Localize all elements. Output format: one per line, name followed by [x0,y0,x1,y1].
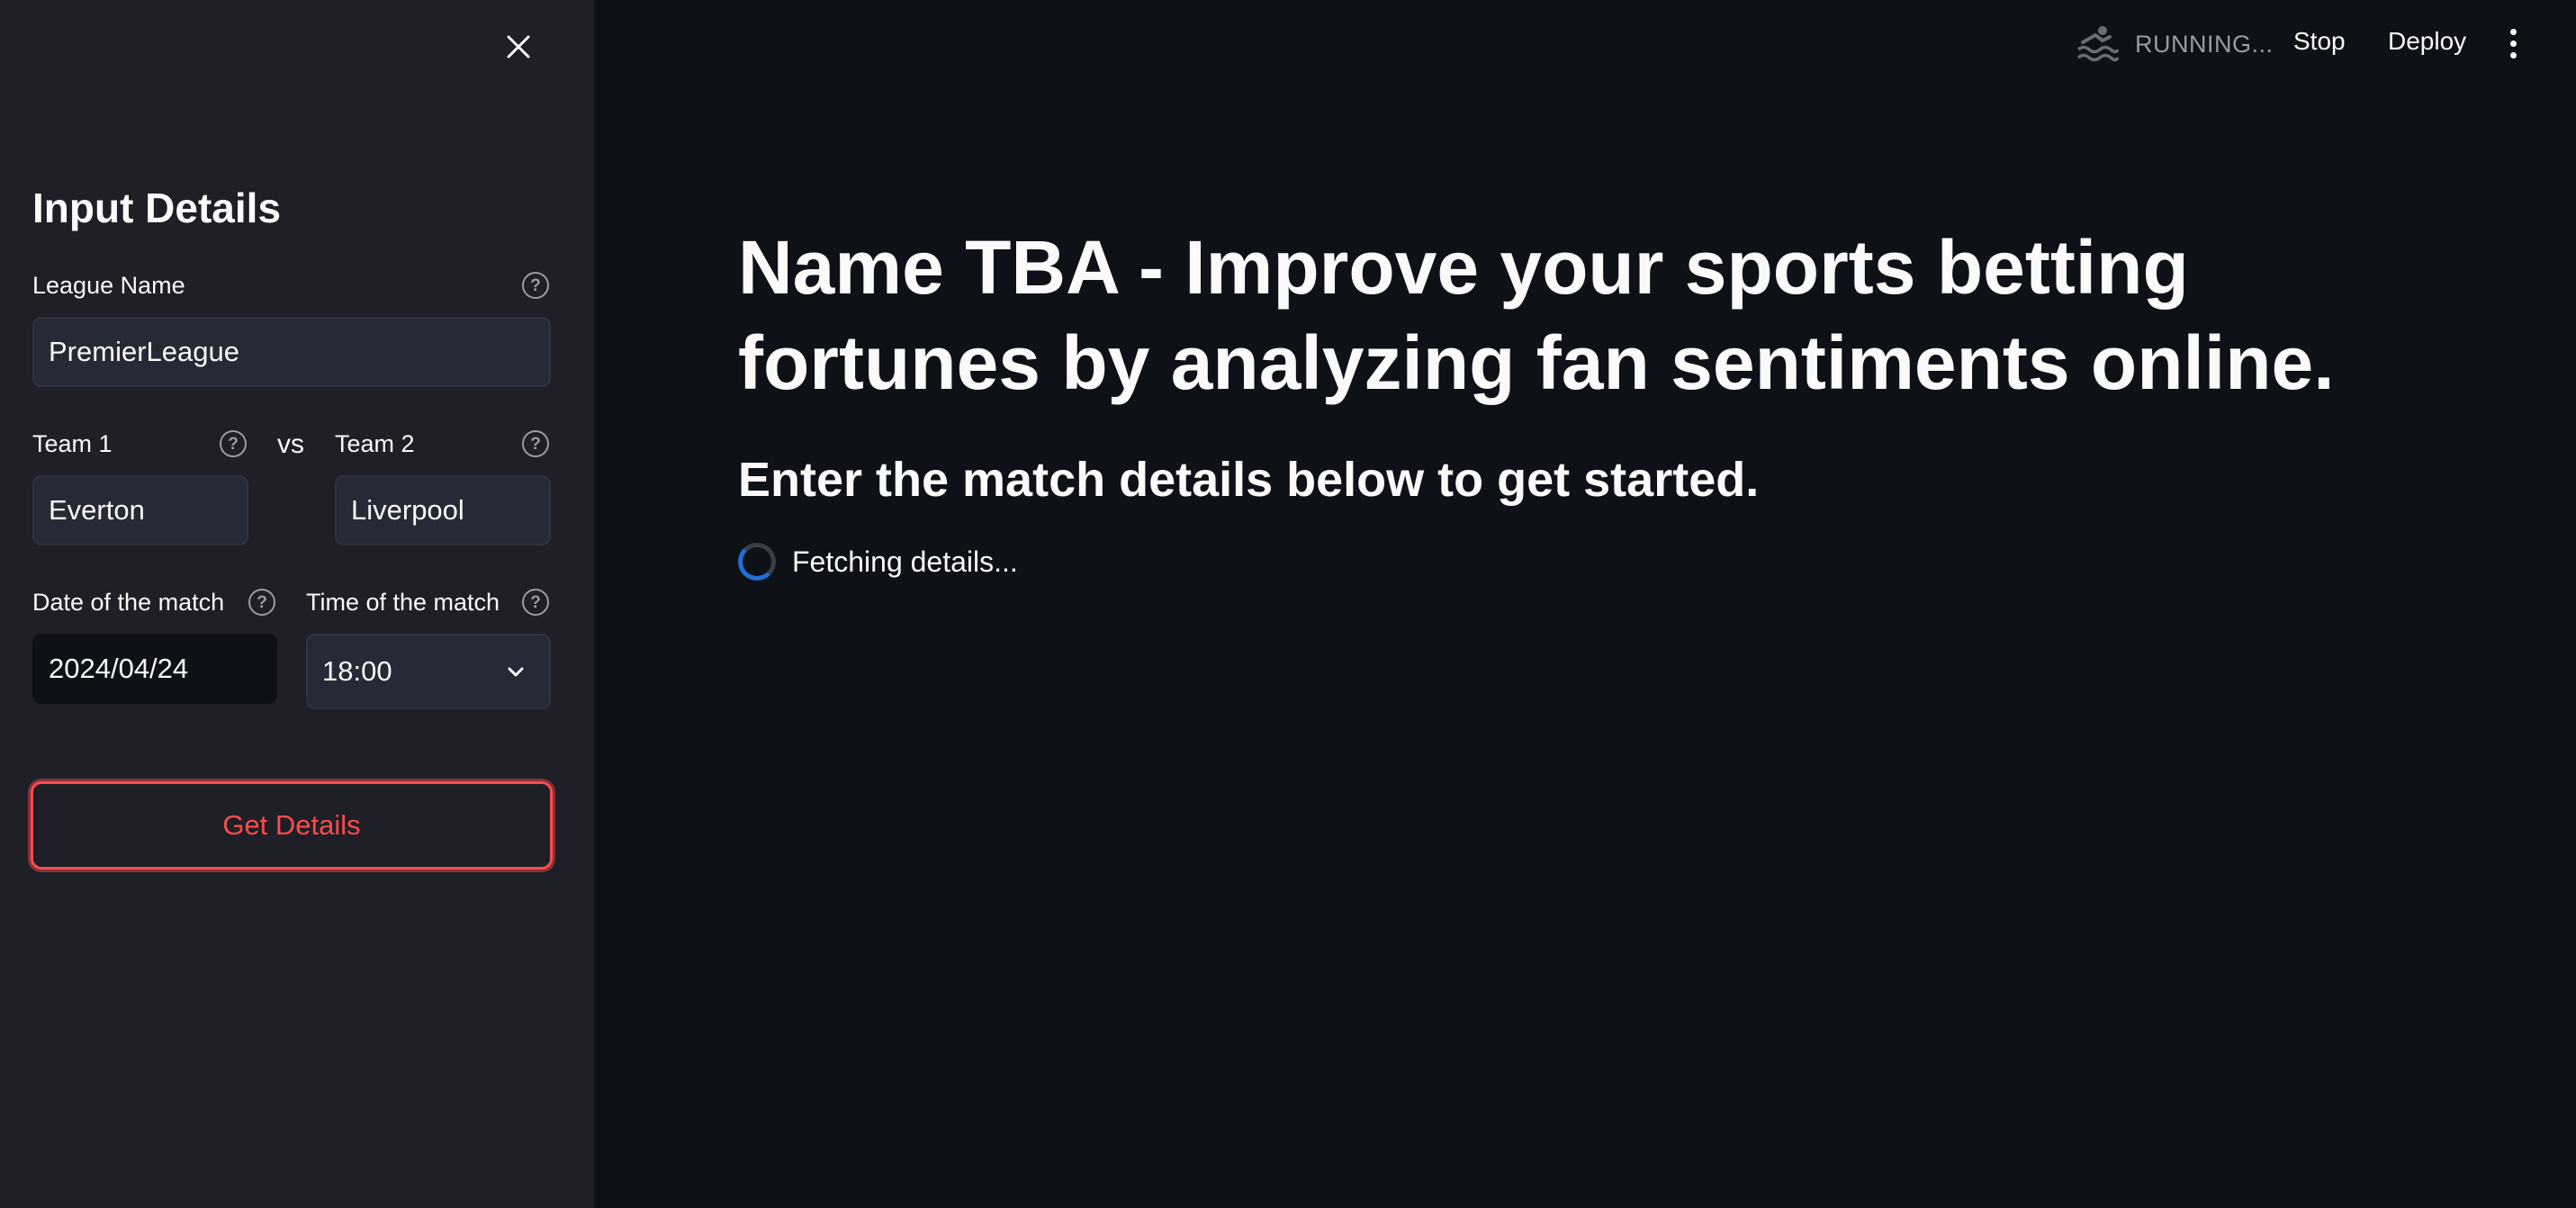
league-name-label: League Name [32,272,185,299]
time-select[interactable]: 18:00 [306,634,551,709]
league-name-input[interactable]: PremierLeague [32,317,551,387]
help-icon[interactable]: ? [220,430,247,457]
get-details-button[interactable]: Get Details [31,781,553,870]
fetching-text: Fetching details... [792,545,1018,578]
time-label: Time of the match [306,589,500,616]
spinner-icon [738,543,776,581]
help-icon[interactable]: ? [522,430,549,457]
team1-label: Team 1 [32,430,113,457]
fetching-status: Fetching details... [738,540,1018,583]
running-status: RUNNING... [2076,22,2274,67]
help-icon[interactable]: ? [248,589,275,616]
status-text: RUNNING... [2135,30,2274,58]
stop-button[interactable]: Stop [2293,27,2346,56]
help-icon[interactable]: ? [522,272,549,299]
sidebar: Input Details League Name ? PremierLeagu… [0,0,594,1208]
date-input[interactable]: 2024/04/24 [32,634,277,704]
close-sidebar-button[interactable] [500,29,536,65]
team2-label: Team 2 [335,430,415,457]
time-select-value: 18:00 [322,655,392,687]
deploy-button[interactable]: Deploy [2388,27,2466,56]
vs-label: vs [277,429,304,459]
page-title: Name TBA - Improve your sports betting f… [738,225,2335,405]
kebab-menu-icon[interactable] [2502,25,2524,61]
team1-input[interactable]: Everton [32,475,248,545]
help-icon[interactable]: ? [522,589,549,616]
app-root: Input Details League Name ? PremierLeagu… [0,0,2576,1208]
page-subtitle: Enter the match details below to get sta… [738,453,1760,507]
swimmer-icon [2076,26,2119,62]
chevron-down-icon [508,667,524,677]
close-icon [507,35,530,59]
sidebar-title: Input Details [32,185,282,231]
date-label: Date of the match [32,589,225,616]
team2-input[interactable]: Liverpool [335,475,551,545]
